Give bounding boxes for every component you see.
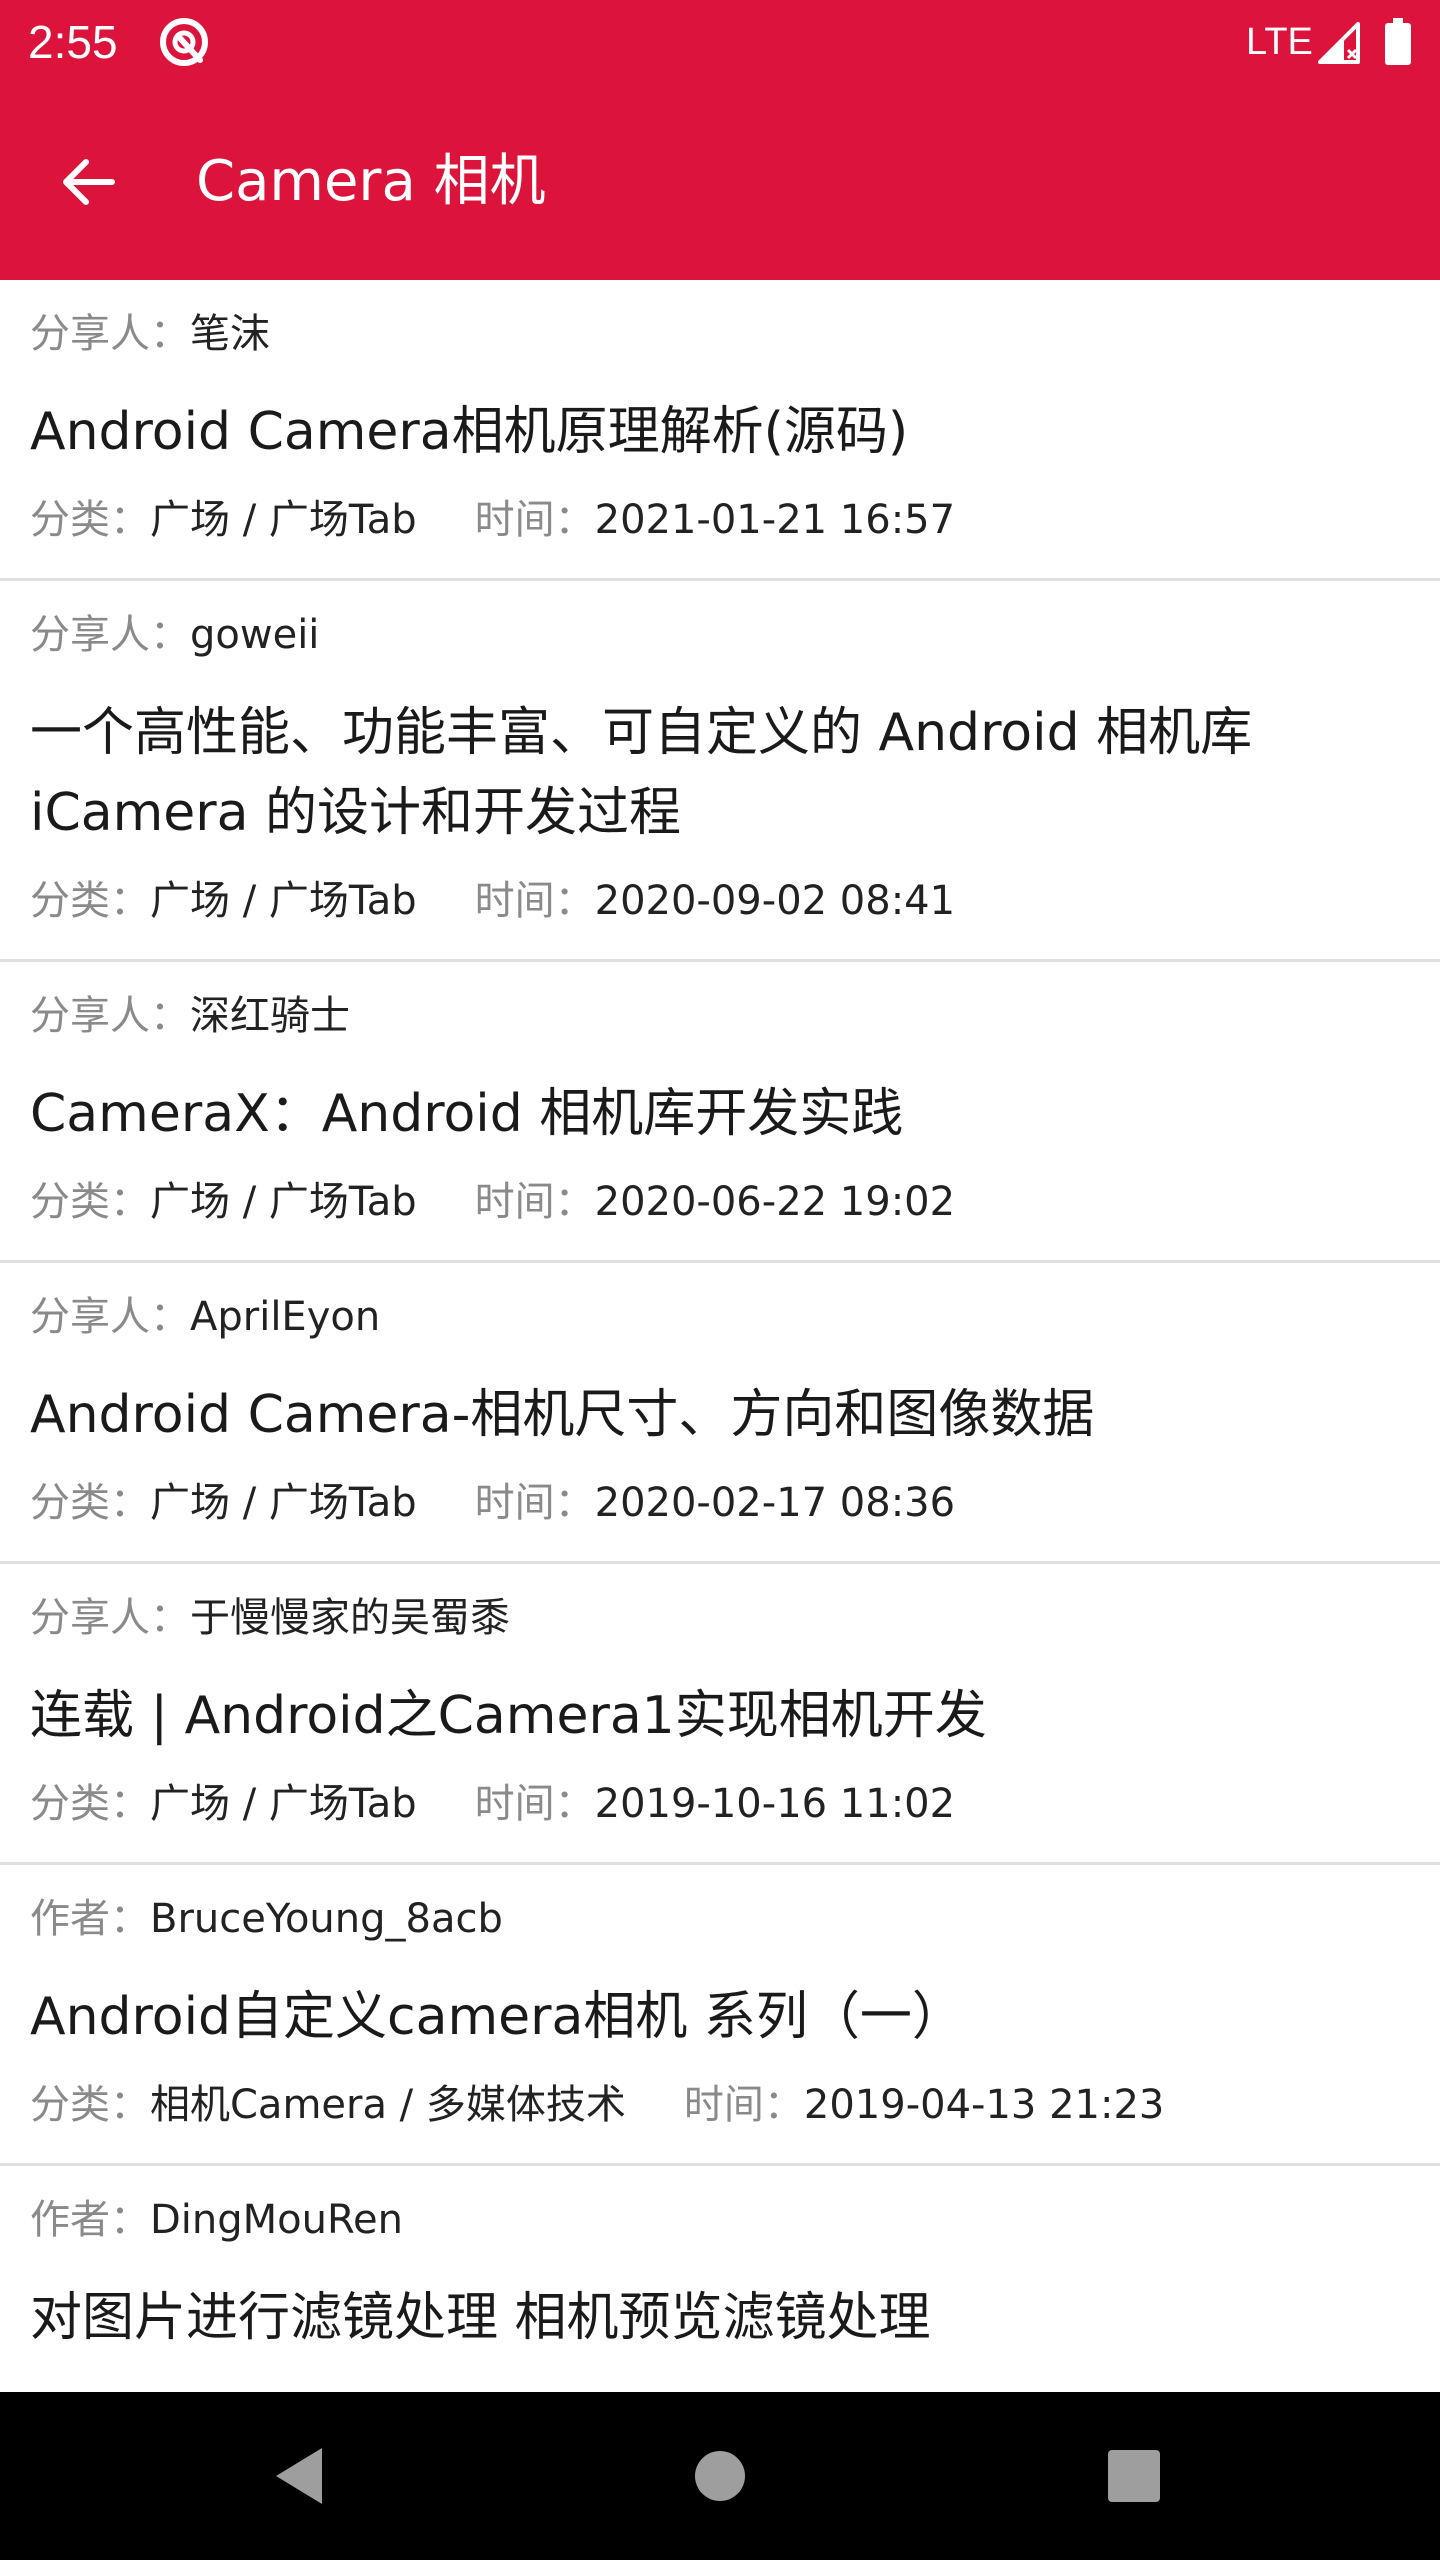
author-line: 分享人：goweii <box>30 607 1410 663</box>
author-name: DingMouRen <box>150 2197 403 2243</box>
category-value: 广场 / 广场Tab <box>150 1781 417 1827</box>
meta-line: 分类：相机Camera / 多媒体技术 时间：2019-04-13 21:23 <box>30 2077 1410 2163</box>
nav-back-icon <box>276 2448 322 2504</box>
status-time: 2:55 <box>28 16 118 68</box>
author-name: 笔沫 <box>190 311 270 357</box>
nav-recents-icon <box>1108 2450 1160 2502</box>
category-value: 相机Camera / 多媒体技术 <box>150 2082 626 2128</box>
article-title: CameraX：Android 相机库开发实践 <box>30 1084 904 1144</box>
author-name: 深红骑士 <box>190 993 350 1039</box>
nav-home-button[interactable] <box>670 2426 770 2526</box>
author-label: 作者： <box>30 1896 150 1942</box>
author-line: 作者：BruceYoung_8acb <box>30 1891 1410 1947</box>
author-label: 作者： <box>30 2197 150 2243</box>
time-value: 2021-01-21 16:57 <box>594 497 956 543</box>
category-value: 广场 / 广场Tab <box>150 878 417 924</box>
signal-icon <box>1316 18 1362 66</box>
time-value: 2019-04-13 21:23 <box>803 2082 1165 2128</box>
author-line: 分享人：于慢慢家的吴蜀黍 <box>30 1590 1410 1646</box>
article-item[interactable]: 分享人：笔沫 Android Camera相机原理解析(源码) 分类：广场 / … <box>0 280 1440 581</box>
meta-line: 分类：广场 / 广场Tab 时间：2020-09-02 08:41 <box>30 873 1410 959</box>
time-label: 时间： <box>474 1179 595 1225</box>
time-value: 2020-06-22 19:02 <box>594 1179 956 1225</box>
page-title: Camera 相机 <box>196 149 546 214</box>
category-value: 广场 / 广场Tab <box>150 1179 417 1225</box>
time-label: 时间： <box>474 1480 595 1526</box>
meta-line: 分类：广场 / 广场Tab 时间：2020-06-22 19:02 <box>30 1174 1410 1260</box>
time-value: 2020-09-02 08:41 <box>594 878 956 924</box>
author-name: BruceYoung_8acb <box>150 1896 503 1942</box>
meta-line: 分类：广场 / 广场Tab 时间：2021-01-21 16:57 <box>30 492 1410 578</box>
time-label: 时间： <box>683 2082 804 2128</box>
time-label: 时间： <box>474 1781 595 1827</box>
article-title: Android自定义camera相机 系列（一） <box>30 1987 964 2047</box>
author-line: 分享人：AprilEyon <box>30 1289 1410 1345</box>
author-line: 作者：DingMouRen <box>30 2192 1410 2248</box>
article-item[interactable]: 分享人：于慢慢家的吴蜀黍 连载 | Android之Camera1实现相机开发 … <box>0 1564 1440 1865</box>
article-title: 一个高性能、功能丰富、可自定义的 Android 相机库 iCamera 的设计… <box>30 703 1253 843</box>
author-name: AprilEyon <box>190 1294 381 1340</box>
author-line: 分享人：笔沫 <box>30 306 1410 362</box>
time-label: 时间： <box>474 497 595 543</box>
author-label: 分享人： <box>30 311 190 357</box>
author-label: 分享人： <box>30 993 190 1039</box>
meta-line: 分类：广场 / 广场Tab 时间：2019-10-16 11:02 <box>30 1776 1410 1862</box>
author-label: 分享人： <box>30 1595 190 1641</box>
article-item[interactable]: 分享人：goweii 一个高性能、功能丰富、可自定义的 Android 相机库 … <box>0 581 1440 962</box>
category-label: 分类： <box>30 1480 150 1526</box>
author-label: 分享人： <box>30 1294 190 1340</box>
app-notification-icon <box>158 16 210 68</box>
article-title: Android Camera相机原理解析(源码) <box>30 402 909 462</box>
battery-icon <box>1384 18 1412 66</box>
nav-home-icon <box>695 2451 745 2501</box>
author-name: 于慢慢家的吴蜀黍 <box>190 1595 510 1641</box>
category-label: 分类： <box>30 2082 150 2128</box>
article-list[interactable]: 分享人：笔沫 Android Camera相机原理解析(源码) 分类：广场 / … <box>0 280 1440 2392</box>
meta-line: 分类：广场 / 广场Tab 时间：2020-02-17 08:36 <box>30 1475 1410 1561</box>
article-item[interactable]: 分享人：AprilEyon Android Camera-相机尺寸、方向和图像数… <box>0 1263 1440 1564</box>
time-value: 2019-10-16 11:02 <box>594 1781 956 1827</box>
category-label: 分类： <box>30 878 150 924</box>
article-item[interactable]: 分享人：深红骑士 CameraX：Android 相机库开发实践 分类：广场 /… <box>0 962 1440 1263</box>
article-title: 连载 | Android之Camera1实现相机开发 <box>30 1686 987 1746</box>
author-line: 分享人：深红骑士 <box>30 988 1410 1044</box>
nav-back-button[interactable] <box>250 2426 350 2526</box>
time-label: 时间： <box>474 878 595 924</box>
meta-line <box>30 2378 1410 2392</box>
category-label: 分类： <box>30 1179 150 1225</box>
category-value: 广场 / 广场Tab <box>150 497 417 543</box>
author-label: 分享人： <box>30 612 190 658</box>
category-label: 分类： <box>30 497 150 543</box>
network-type-label: LTE <box>1246 21 1313 63</box>
author-name: goweii <box>190 612 320 658</box>
time-value: 2020-02-17 08:36 <box>594 1480 956 1526</box>
system-nav-bar <box>0 2392 1440 2560</box>
nav-recents-button[interactable] <box>1084 2426 1184 2526</box>
app-bar: Camera 相机 <box>0 84 1440 280</box>
category-value: 广场 / 广场Tab <box>150 1480 417 1526</box>
category-label: 分类： <box>30 1781 150 1827</box>
article-item[interactable]: 作者：DingMouRen 对图片进行滤镜处理 相机预览滤镜处理 <box>0 2166 1440 2392</box>
status-bar: 2:55 LTE <box>0 0 1440 84</box>
arrow-back-icon <box>63 159 115 205</box>
back-button[interactable] <box>40 134 136 230</box>
article-title: 对图片进行滤镜处理 相机预览滤镜处理 <box>30 2288 931 2348</box>
article-title: Android Camera-相机尺寸、方向和图像数据 <box>30 1385 1095 1445</box>
article-item[interactable]: 作者：BruceYoung_8acb Android自定义camera相机 系列… <box>0 1865 1440 2166</box>
